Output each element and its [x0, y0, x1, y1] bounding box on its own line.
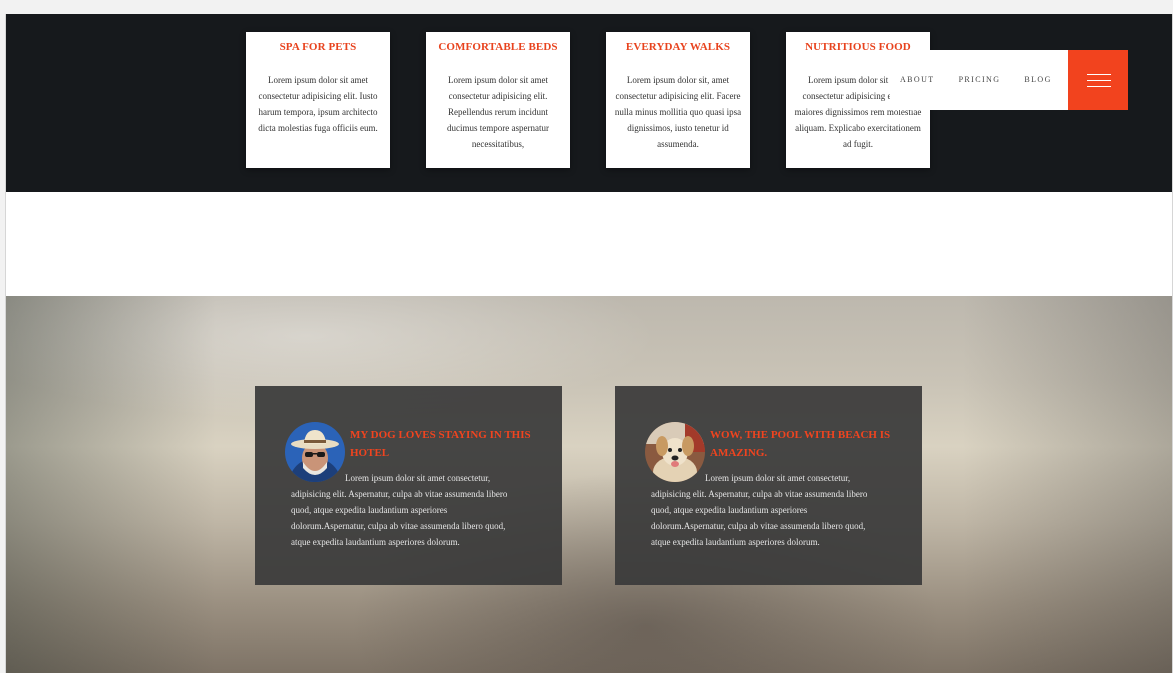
feature-title: SPA FOR PETS [279, 41, 357, 53]
feature-title: EVERYDAY WALKS [625, 41, 731, 53]
background-image [6, 296, 1172, 673]
nav-link-pricing[interactable]: PRICING [959, 75, 1001, 84]
feature-text: Lorem ipsum dolor sit, amet consectetur … [614, 75, 742, 149]
feature-card-beds: COMFORTABLE BEDS Lorem ipsum dolor sit a… [426, 32, 570, 168]
feature-text: Lorem ipsum dolor sit amet consectetur a… [447, 75, 549, 149]
feature-card-spa: SPA FOR PETS Lorem ipsum dolor sit amet … [246, 32, 390, 168]
testimonial-text: Lorem ipsum dolor sit amet consectetur, … [291, 473, 508, 547]
feature-card-walks: EVERYDAY WALKS Lorem ipsum dolor sit, am… [606, 32, 750, 168]
feature-text: Lorem ipsum dolor sit amet consectetur a… [258, 75, 378, 133]
testimonial-title: MY DOG LOVES STAYING IN THIS HOTEL [350, 429, 531, 459]
nav-links: ABOUT PRICING BLOG [900, 75, 1052, 84]
testimonials-section: MY DOG LOVES STAYING IN THIS HOTEL Lorem… [6, 296, 1172, 673]
testimonial-card: MY DOG LOVES STAYING IN THIS HOTEL Lorem… [255, 386, 562, 585]
page-frame: SPA FOR PETS Lorem ipsum dolor sit amet … [5, 14, 1173, 673]
menu-button[interactable] [1068, 50, 1128, 110]
top-navigation: ABOUT PRICING BLOG [890, 50, 1068, 110]
testimonial-text: Lorem ipsum dolor sit amet consectetur, … [651, 473, 868, 547]
testimonial-card: WOW, THE POOL WITH BEACH IS AMAZING. Lor… [615, 386, 922, 585]
testimonial-title: WOW, THE POOL WITH BEACH IS AMAZING. [710, 429, 891, 459]
nav-link-blog[interactable]: BLOG [1024, 75, 1051, 84]
feature-title: COMFORTABLE BEDS [438, 41, 558, 53]
nav-link-about[interactable]: ABOUT [900, 75, 935, 84]
